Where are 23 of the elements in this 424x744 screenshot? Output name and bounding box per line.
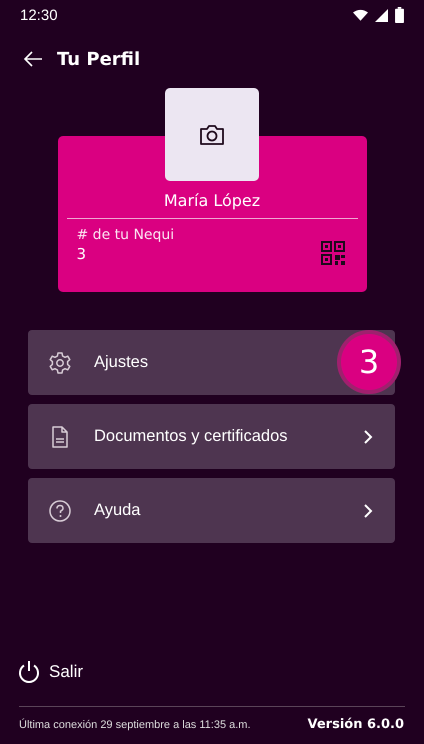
- camera-icon: [199, 124, 225, 146]
- chevron-right-icon: [363, 502, 373, 518]
- account-number: 3: [76, 245, 88, 263]
- step-badge: 3: [341, 334, 397, 390]
- status-time: 12:30: [20, 6, 58, 24]
- logout-button[interactable]: Salir: [17, 658, 84, 686]
- page-title: Tu Perfil: [57, 48, 140, 70]
- menu-item[interactable]: Documentos y certificados: [28, 404, 395, 469]
- account-label: # de tu Nequi: [76, 227, 174, 243]
- battery-icon: [395, 7, 404, 23]
- signal-icon: [374, 8, 389, 22]
- power-icon: [17, 660, 41, 684]
- wifi-icon: [353, 8, 368, 22]
- version-text: Versión 6.0.0: [308, 717, 404, 732]
- help-icon: [48, 498, 72, 522]
- back-arrow-icon[interactable]: [23, 51, 43, 67]
- chevron-right-icon: [363, 428, 373, 444]
- gear-icon: [48, 350, 72, 374]
- photo-button[interactable]: [165, 88, 259, 181]
- last-login-text: Última conexión 29 septiembre a las 11:35 a.m.: [19, 718, 251, 730]
- profile-name: María López: [66, 188, 358, 219]
- menu-item[interactable]: Ayuda: [28, 478, 395, 543]
- qr-code-icon[interactable]: [320, 241, 344, 265]
